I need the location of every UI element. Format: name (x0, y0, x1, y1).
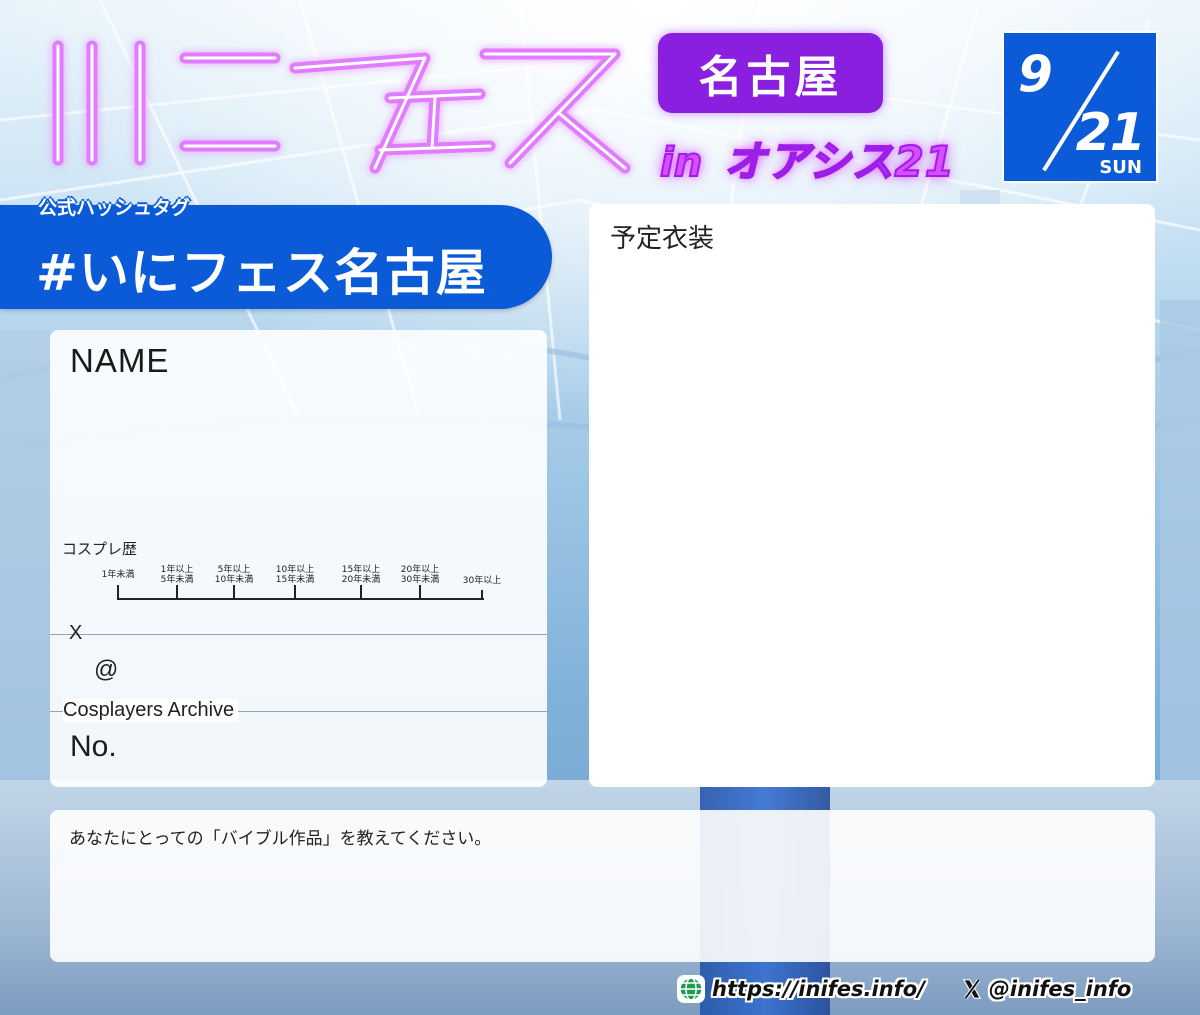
x-label: X (69, 622, 83, 644)
globe-icon (677, 975, 705, 1003)
venue-badge: 名古屋 (658, 33, 883, 113)
career-option-4[interactable]: 10年以上 15年未満 (260, 565, 330, 585)
venue-name: 名古屋 (698, 52, 843, 103)
career-option-6[interactable]: 20年以上 30年未満 (385, 565, 455, 585)
career-scale-tick (419, 585, 421, 600)
career-option-text: 15年未満 (275, 575, 315, 585)
date-day: 21 (1075, 103, 1146, 163)
career-label: コスプレ歴 (62, 540, 138, 558)
career-option-7[interactable]: 30年以上 (447, 576, 517, 586)
date-weekday: SUN (1099, 157, 1142, 178)
venue-place: オアシス21 (723, 136, 955, 187)
bible-work-field[interactable] (69, 858, 1135, 948)
career-scale-tick (360, 585, 362, 600)
costume-label: 予定衣装 (610, 224, 715, 254)
archive-label: Cosplayers Archive (63, 699, 239, 722)
career-scale-tick (294, 585, 296, 600)
career-scale-tick (117, 585, 119, 600)
career-scale-line (118, 598, 484, 600)
career-option-text: 20年以上 (400, 565, 440, 575)
bible-work-label: あなたにとっての「バイブル作品」を教えてください。 (69, 829, 492, 849)
name-field[interactable] (70, 390, 530, 520)
website-link[interactable]: https://inifes.info/ (712, 977, 925, 1001)
hashtag-label: 公式ハッシュタグ (38, 197, 191, 219)
career-scale-tick (176, 585, 178, 600)
costume-panel: 予定衣装 (589, 204, 1155, 787)
venue-in: in (659, 139, 703, 187)
career-option-3[interactable]: 5年以上 10年未満 (199, 565, 269, 585)
hashtag-banner: 公式ハッシュタグ #いにフェス名古屋 (0, 197, 552, 309)
x-handle-link[interactable]: @inifes_info (989, 977, 1131, 1001)
x-separator (50, 634, 547, 635)
at-label: @ (94, 656, 119, 683)
event-date-box: 9 21 SUN (1002, 31, 1158, 183)
bible-work-panel: あなたにとっての「バイブル作品」を教えてください。 (50, 810, 1155, 962)
career-option-text: 30年未満 (400, 575, 440, 585)
venue-location: in オアシス21 (659, 128, 955, 187)
footer: https://inifes.info/ @inifes_info (676, 972, 1131, 1006)
name-panel: NAME コスプレ歴 1年未満 1年以上 5年未満 5年以上 10年未満 10年以上 15年… (50, 330, 547, 787)
x-logo-icon (962, 978, 982, 1000)
inifes-logo (52, 40, 631, 174)
archive-no-label: No. (70, 730, 117, 763)
archive-no-field[interactable] (130, 732, 520, 768)
career-scale[interactable]: 1年未満 1年以上 5年未満 5年以上 10年未満 10年以上 15年未満 15年以上 20年未… (50, 565, 547, 618)
date-month: 9 (1018, 45, 1053, 103)
career-scale-tick (233, 585, 235, 600)
hashtag-text: #いにフェス名古屋 (36, 244, 487, 302)
costume-field[interactable] (609, 264, 1135, 764)
career-scale-tick (481, 590, 483, 600)
career-option-text: 30年以上 (462, 576, 502, 586)
career-option-text: 10年以上 (275, 565, 315, 575)
career-option-text: 5年以上 (217, 565, 251, 575)
name-label: NAME (70, 342, 170, 379)
x-handle-field[interactable] (122, 652, 522, 686)
career-option-text: 10年未満 (214, 575, 254, 585)
